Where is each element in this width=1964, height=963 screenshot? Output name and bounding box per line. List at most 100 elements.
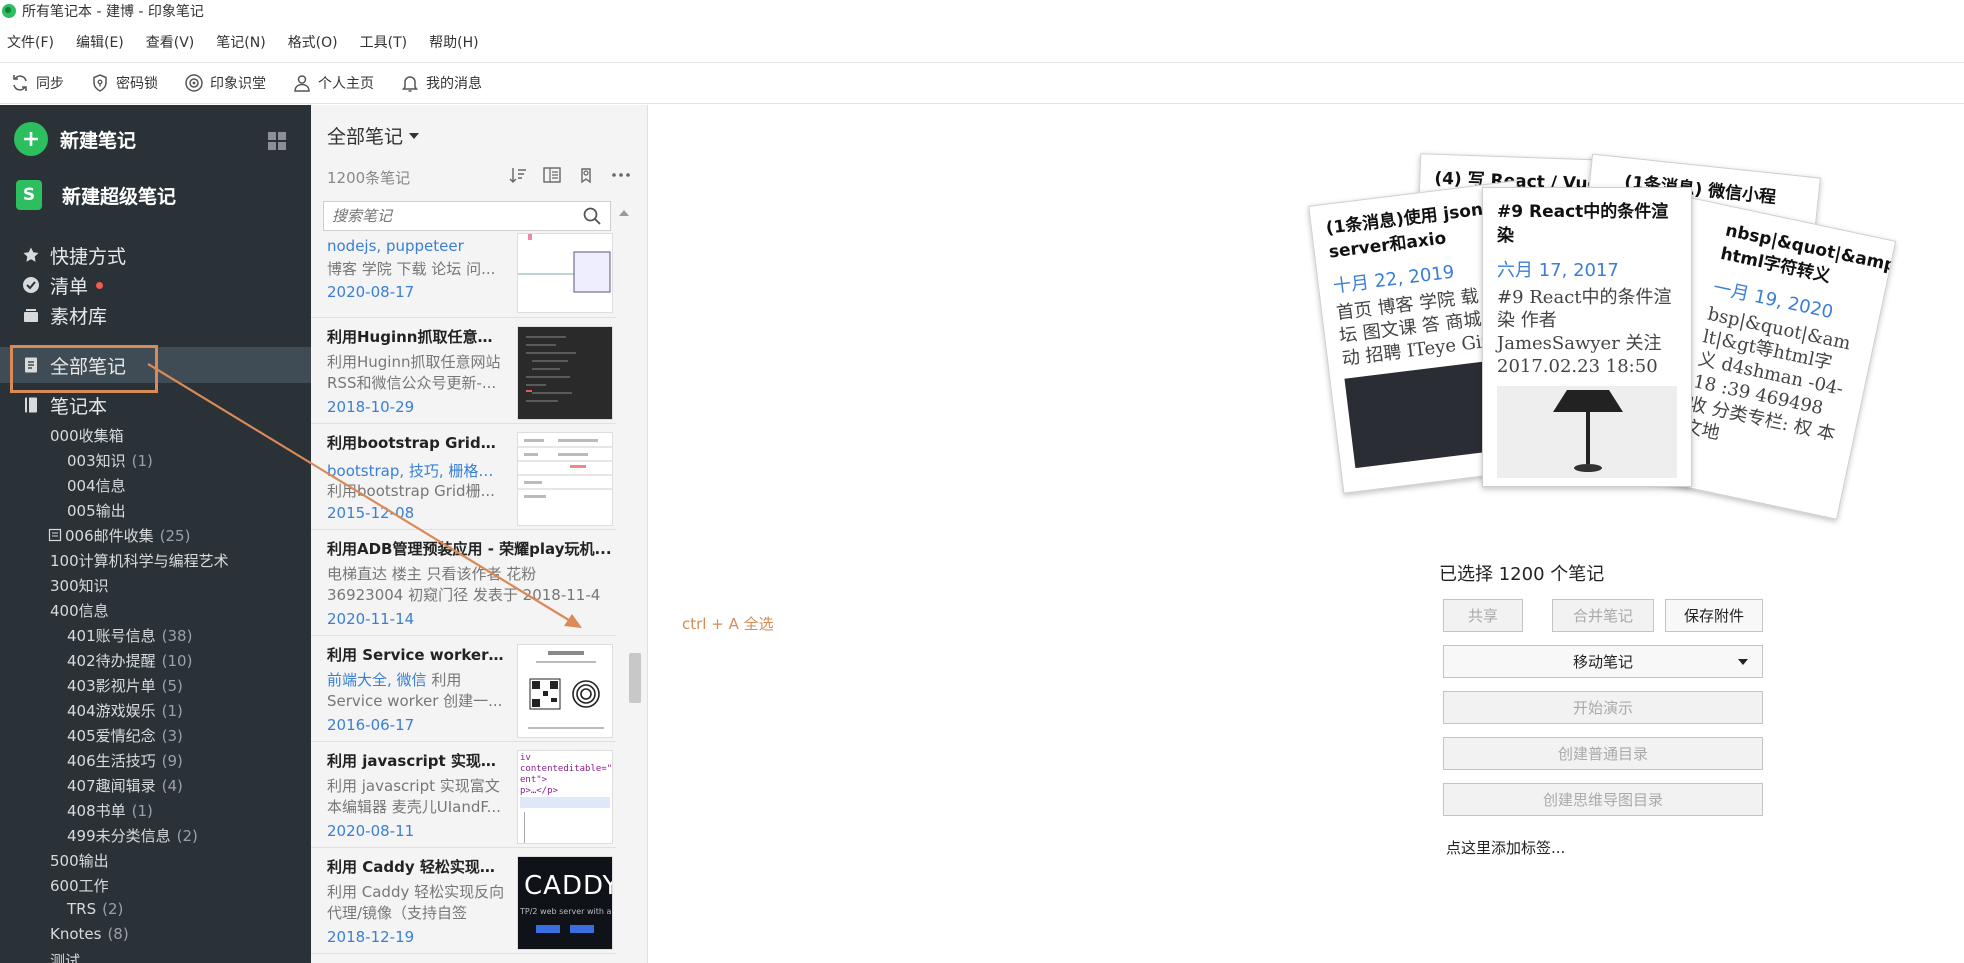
menu-edit[interactable]: 编辑(E): [76, 32, 124, 52]
notebook-label: 405爱情纪念: [67, 727, 156, 745]
note-date: 2020-08-17: [327, 283, 415, 301]
thumb-button: [536, 925, 560, 933]
password-lock-button[interactable]: 密码锁: [90, 73, 158, 93]
notebook-item[interactable]: 000收集箱: [50, 425, 124, 446]
note-card[interactable]: 利用 Service worker 创... 前端大全, 微信 利用 Servi…: [311, 636, 616, 742]
notebook-item[interactable]: 005输出: [67, 500, 126, 521]
menu-tools[interactable]: 工具(T): [360, 32, 407, 52]
notebook-item[interactable]: 402待办提醒 (10): [67, 650, 192, 671]
note-date: 2018-12-19: [327, 928, 415, 946]
note-card[interactable]: nodejs, puppeteer 博客 学院 下载 论坛 问... 2020-…: [311, 233, 616, 318]
notebook-item[interactable]: 006邮件收集 (25): [48, 525, 190, 546]
new-super-note-button[interactable]: S 新建超级笔记: [14, 180, 176, 210]
notebook-item[interactable]: 300知识: [50, 575, 109, 596]
preview-body: #9 React中的条件渲染 作者 JamesSawyer 关注 2017.02…: [1497, 287, 1672, 377]
share-button[interactable]: 共享: [1443, 599, 1523, 632]
notebook-item[interactable]: 500输出: [50, 850, 109, 871]
note-snippet: 利用 javascript 实现富文本编辑器 麦壳儿UIandF...: [327, 777, 501, 816]
notebook-item[interactable]: TRS (2): [67, 900, 123, 918]
thumb-button: [570, 925, 594, 933]
note-thumbnail: iv contenteditable="t ent"> p>…</p>: [517, 750, 613, 844]
notebook-item[interactable]: 100计算机科学与编程艺术: [50, 550, 229, 571]
save-attachments-button[interactable]: 保存附件: [1665, 599, 1763, 632]
menu-help[interactable]: 帮助(H): [429, 32, 478, 52]
notebook-item[interactable]: 403影视片单 (5): [67, 675, 183, 696]
merge-notes-button[interactable]: 合并笔记: [1552, 599, 1654, 632]
notebook-item[interactable]: Knotes (8): [50, 925, 129, 943]
note-snippet: 利用 Caddy 轻松实现反向代理/镜像（支持自签SSL...: [327, 883, 505, 922]
evernote-academy-button[interactable]: 印象识堂: [184, 73, 266, 93]
notebook-item[interactable]: 600工作: [50, 875, 109, 896]
sidebar-item-materials[interactable]: 素材库: [0, 297, 311, 333]
search-box[interactable]: [323, 201, 611, 231]
notebook-label: 401账号信息: [67, 627, 156, 645]
notebook-item[interactable]: 408书单 (1): [67, 800, 153, 821]
note-list-panel: 全部笔记 1200条笔记 nodejs, puppeteer 博客 学院 下载 …: [311, 105, 648, 963]
notebook-item[interactable]: 003知识 (1): [67, 450, 153, 471]
notebook-item[interactable]: 404游戏娱乐 (1): [67, 700, 183, 721]
notebook-count: (5): [161, 677, 183, 695]
shared-notebook-icon: [48, 528, 62, 542]
notebook-item[interactable]: 405爱情纪念 (3): [67, 725, 183, 746]
notebook-item[interactable]: 400信息: [50, 600, 109, 621]
notebook-item[interactable]: 004信息: [67, 475, 126, 496]
menu-note[interactable]: 笔记(N): [216, 32, 265, 52]
sidebar-item-notebooks[interactable]: 笔记本: [0, 387, 311, 423]
lock-shield-icon: [93, 74, 107, 92]
notebook-label: 500输出: [50, 852, 109, 870]
note-card[interactable]: 利用 Caddy 轻松实现反... 利用 Caddy 轻松实现反向代理/镜像（支…: [311, 848, 616, 954]
plus-icon: [14, 122, 48, 156]
menu-file[interactable]: 文件(F): [7, 32, 54, 52]
new-note-button[interactable]: 新建笔记: [14, 122, 136, 156]
note-card[interactable]: 利用ADB管理预装应用 - 荣耀play玩机... 电梯直达 楼主 只看该作者 …: [311, 530, 616, 636]
note-title: 利用Huginn抓取任意网...: [327, 328, 507, 346]
sync-label: 同步: [36, 76, 64, 92]
notebook-label: 测试: [50, 952, 81, 963]
bell-icon: [402, 76, 418, 92]
note-snippet: 前端大全, 微信 利用 Service worker 创建一...: [327, 670, 507, 712]
sync-button[interactable]: 同步: [10, 73, 64, 93]
notebook-item[interactable]: 407趣闻辑录 (4): [67, 775, 183, 796]
create-mindmap-toc-button[interactable]: 创建思维导图目录: [1443, 783, 1763, 816]
collapse-up-icon[interactable]: [619, 210, 629, 216]
note-card[interactable]: 利用Huginn抓取任意网... 利用Huginn抓取任意网站RSS和微信公众号…: [311, 318, 616, 424]
search-icon[interactable]: [582, 206, 602, 226]
notebook-label: Knotes: [50, 925, 102, 943]
add-tag-link[interactable]: 点这里添加标签...: [1446, 837, 1565, 858]
note-count: 1200条笔记: [327, 169, 411, 187]
search-input[interactable]: [324, 202, 582, 230]
note-card[interactable]: 利用bootstrap Grid栅... bootstrap, 技巧, 栅格布.…: [311, 424, 616, 530]
sort-icon[interactable]: [508, 165, 528, 185]
note-thumbnail: [517, 233, 613, 313]
notebook-item[interactable]: 406生活技巧 (9): [67, 750, 183, 771]
notebook-item[interactable]: 401账号信息 (38): [67, 625, 192, 646]
menu-view[interactable]: 查看(V): [146, 32, 195, 52]
notebook-count: (10): [161, 652, 193, 670]
notebook-label: 408书单: [67, 802, 126, 820]
notebook-item[interactable]: 499未分类信息 (2): [67, 825, 198, 846]
reminder-icon[interactable]: [576, 165, 596, 185]
more-options-icon[interactable]: [610, 165, 632, 185]
notebook-count: (1): [131, 452, 153, 470]
menu-format[interactable]: 格式(O): [288, 32, 338, 52]
start-presentation-button[interactable]: 开始演示: [1443, 691, 1763, 724]
grid-view-icon[interactable]: [268, 132, 286, 150]
note-list-header[interactable]: 全部笔记: [327, 122, 420, 149]
note-title: 利用bootstrap Grid栅...: [327, 434, 507, 452]
note-card[interactable]: 利用 javascript 实现富... 利用 javascript 实现富文本…: [311, 742, 616, 848]
new-super-note-label: 新建超级笔记: [62, 185, 177, 208]
chevron-down-icon: [409, 132, 420, 139]
note-list-scrollbar[interactable]: [629, 653, 641, 703]
notebook-count: (38): [161, 627, 193, 645]
view-layout-icon[interactable]: [542, 165, 562, 185]
notebook-label: 407趣闻辑录: [67, 777, 156, 795]
create-toc-button[interactable]: 创建普通目录: [1443, 737, 1763, 770]
notebook-item[interactable]: 测试: [50, 950, 80, 963]
move-notes-dropdown[interactable]: 移动笔记: [1443, 645, 1763, 678]
my-messages-button[interactable]: 我的消息: [400, 73, 482, 93]
note-snippet: 博客 学院 下载 论坛 问...: [327, 260, 496, 278]
personal-home-button[interactable]: 个人主页: [292, 73, 374, 93]
materials-label: 素材库: [50, 305, 108, 328]
super-note-icon: S: [16, 180, 42, 210]
notebook-label: 300知识: [50, 577, 109, 595]
